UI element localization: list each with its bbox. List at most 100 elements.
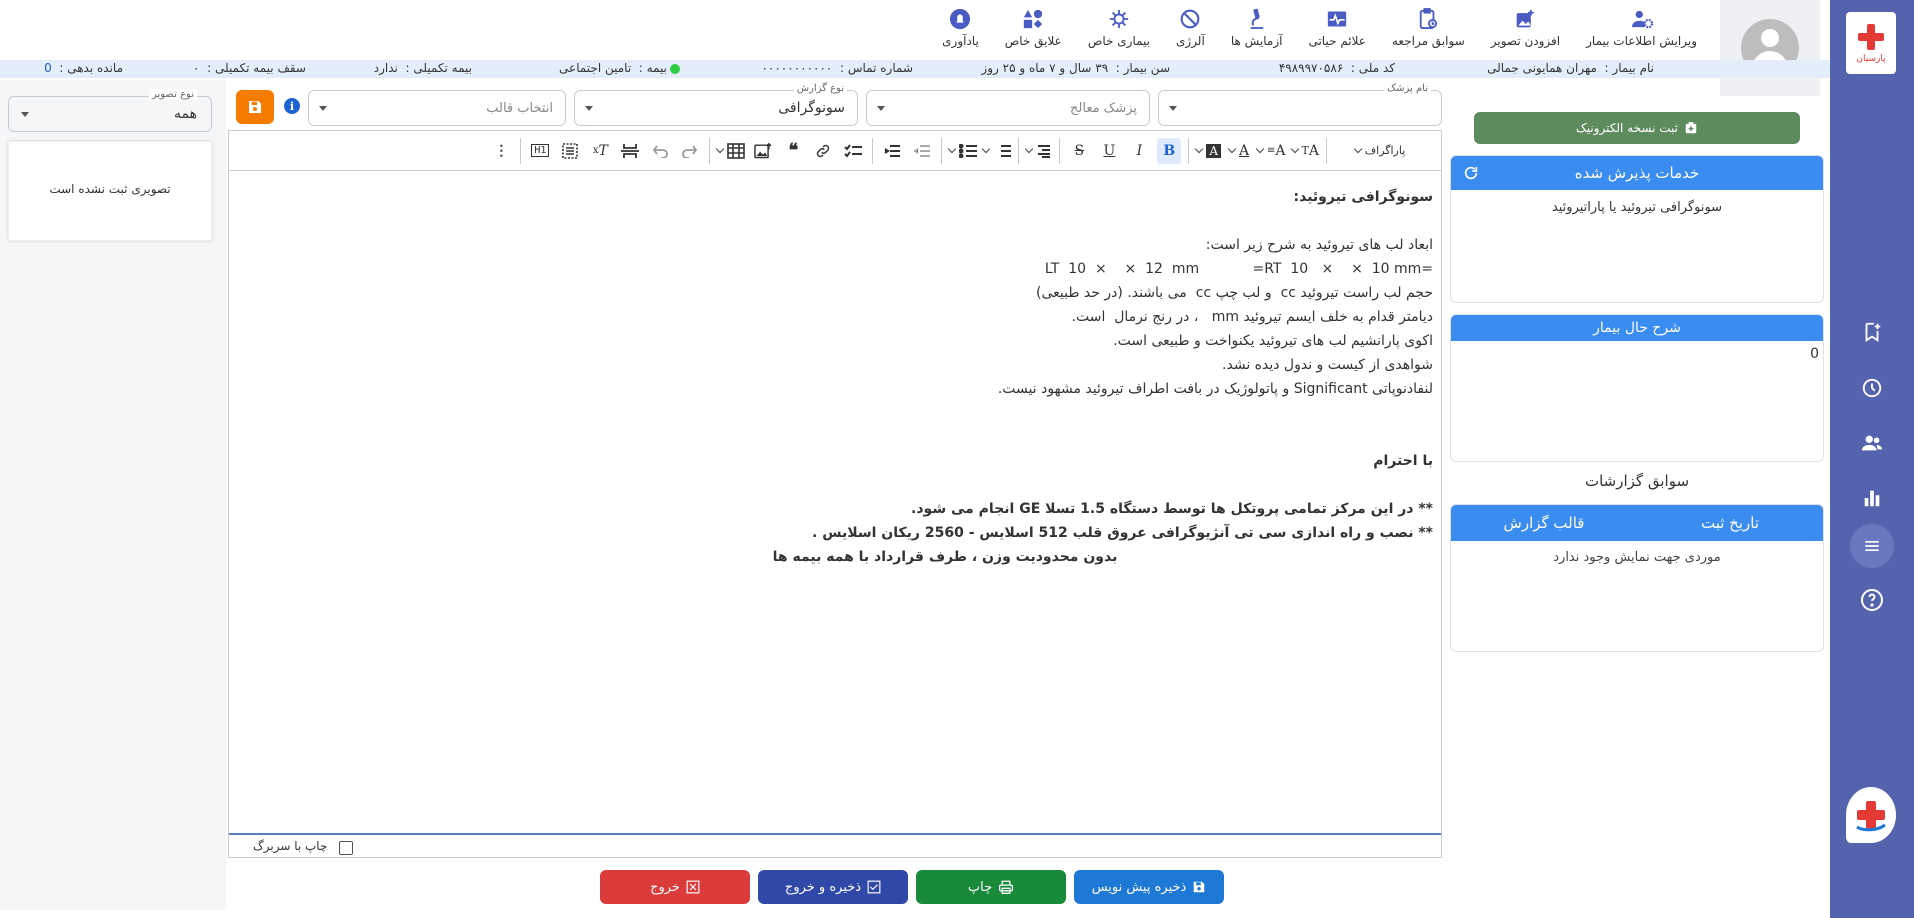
patient-history-value[interactable]: 0 [1451,341,1823,362]
user-gear-icon [1631,8,1653,30]
page-break-icon[interactable] [618,138,642,164]
chevron-down-icon [877,106,885,111]
numbered-list-icon[interactable]: 12 [983,138,1012,164]
link-icon[interactable] [811,138,835,164]
paragraph-format-select[interactable]: پاراگراف [1334,138,1430,164]
chevron-down-icon [585,106,593,111]
bar-chart-icon[interactable] [1856,482,1888,514]
tool-special-disease[interactable]: بیماری خاص [1075,8,1163,48]
clock-icon[interactable] [1856,372,1888,404]
toolbar-divider [520,137,522,164]
tool-edit-patient[interactable]: ویرایش اطلاعات بیمار [1573,8,1710,48]
align-icon[interactable] [1026,138,1052,164]
patient-supp-insurance: بیمه تکمیلی : ندارد [373,61,472,75]
menu-icon[interactable] [1850,524,1894,568]
patient-info-bar: نام بیمار : مهران همایونی جمالی کد ملی :… [0,60,1830,78]
e-prescription-button[interactable]: ثبت نسخه الکترونیک [1474,112,1800,144]
save-exit-label: ذخیره و خروج [784,879,862,895]
underline-icon[interactable]: U [1097,138,1121,164]
insert-image-icon[interactable] [751,138,775,164]
more-options-icon[interactable]: ⋮ [489,138,513,164]
bulleted-list-icon[interactable] [949,138,978,164]
allergy-icon [1179,8,1201,30]
services-title: خدمات پذیرش شده [1574,164,1700,182]
template-placeholder: انتخاب قالب [486,101,553,116]
patient-history-card: شرح حال بیمار 0 [1450,314,1824,462]
report-type-select[interactable]: نوع گزارش سونوگرافی [574,83,858,126]
outdent-icon[interactable] [910,138,934,164]
redo-icon[interactable] [678,138,702,164]
select-all-icon[interactable] [558,138,582,164]
tool-add-image[interactable]: افزودن تصویر [1478,8,1573,48]
refresh-icon[interactable] [1463,165,1479,181]
save-draft-button[interactable]: ذخیره پیش نویس [1074,870,1224,904]
column-register-date[interactable]: تاریخ ثبت [1637,514,1823,532]
image-type-select[interactable]: نوع تصویر همه [8,89,212,132]
tool-interests[interactable]: علایق خاص [992,8,1075,48]
remove-format-icon[interactable]: Tx [588,138,612,164]
users-icon[interactable] [1856,427,1888,459]
exit-button[interactable]: خروج [600,870,750,904]
blockquote-icon[interactable]: ❝ [781,138,805,164]
editor-line: اکوی پارانشیم لب های تیروئید یکنواخت و ط… [1113,333,1433,349]
bookmark-add-icon[interactable] [1856,316,1888,348]
doctor-name-select[interactable]: نام پزشک [1158,83,1442,126]
virus-icon [1108,8,1130,30]
support-chat-icon[interactable] [1846,787,1896,843]
print-label: چاپ [967,879,993,895]
highlight-color-icon[interactable]: A [1196,138,1222,164]
info-icon[interactable]: i [284,98,300,114]
patient-age: سن بیمار : ۳۹ سال و ۷ ماه و ۲۵ روز [981,61,1170,75]
undo-icon[interactable] [648,138,672,164]
patient-national-id: کد ملی : ۴۹۸۹۹۷۰۵۸۶ [1278,61,1395,75]
medical-cross-icon [1856,22,1886,52]
reports-history-card: تاریخ ثبت قالب گزارش موردی جهت نمایش وجو… [1450,504,1824,652]
reports-empty-message: موردی جهت نمایش وجود ندارد [1553,550,1721,565]
reports-history-title: سوابق گزارشات [1584,472,1690,490]
tool-allergy[interactable]: آلرژی [1163,8,1218,48]
print-button[interactable]: چاپ [916,870,1066,904]
editor-content[interactable]: سونوگرافی تیروئید: ابعاد لب های تیروئید ب… [229,171,1441,569]
services-card: خدمات پذیرش شده سونوگرافی تیروئید یا پار… [1450,155,1824,303]
tool-vitals[interactable]: علائم حیاتی [1295,8,1379,48]
exit-label: خروج [650,879,680,895]
font-family-icon[interactable]: A ≡ [1257,138,1286,164]
bold-icon[interactable]: B [1157,137,1182,164]
patient-supp-ceiling: سقف بیمه تکمیلی : ۰ [193,61,306,75]
template-select[interactable]: انتخاب قالب [308,90,566,126]
patient-history-title: شرح حال بیمار [1451,315,1823,341]
tool-label: علایق خاص [1004,34,1062,48]
toolbar-divider [1059,137,1061,164]
no-image-text: تصویری ثبت نشده است [49,182,171,196]
italic-icon[interactable]: I [1127,138,1151,164]
save-template-button[interactable] [236,90,274,124]
clipboard-history-icon [1417,8,1439,30]
indent-icon[interactable] [880,138,904,164]
toolbar-divider [709,137,711,164]
editor-line: LT 10 × × 12 mm =RT 10 × × 10 mm= [1044,261,1433,277]
floppy-icon [249,101,261,113]
editor-line [237,209,1433,233]
service-item[interactable]: سونوگرافی تیروئید یا پاراتیروئید [1451,190,1823,215]
tool-reminder[interactable]: یادآوری [929,8,992,48]
column-report-template[interactable]: قالب گزارش [1451,514,1637,532]
interests-icon [1022,8,1044,30]
tool-visit-history[interactable]: سوابق مراجعه [1379,8,1478,48]
print-header-checkbox[interactable] [339,841,353,855]
tool-label: آلرژی [1176,34,1205,48]
save-exit-button[interactable]: ذخیره و خروج [758,870,908,904]
close-box-icon [686,880,700,894]
toolbar-divider [1326,137,1327,164]
heading-h1-icon[interactable]: H1 [528,138,552,164]
font-color-icon[interactable]: A [1227,138,1251,164]
todo-list-icon[interactable] [841,138,865,164]
tool-label: ویرایش اطلاعات بیمار [1586,34,1697,48]
table-icon[interactable] [717,138,746,164]
strikethrough-icon[interactable]: S [1067,138,1091,164]
help-icon[interactable] [1856,584,1888,616]
report-type-value: سونوگرافی [778,100,845,116]
treating-doctor-select[interactable]: پزشک معالج [866,90,1150,126]
font-size-icon[interactable]: AT [1292,138,1319,164]
patient-debt: مانده بدهی : 0 [44,61,123,75]
tool-lab-tests[interactable]: آزمایش ها [1218,8,1296,48]
